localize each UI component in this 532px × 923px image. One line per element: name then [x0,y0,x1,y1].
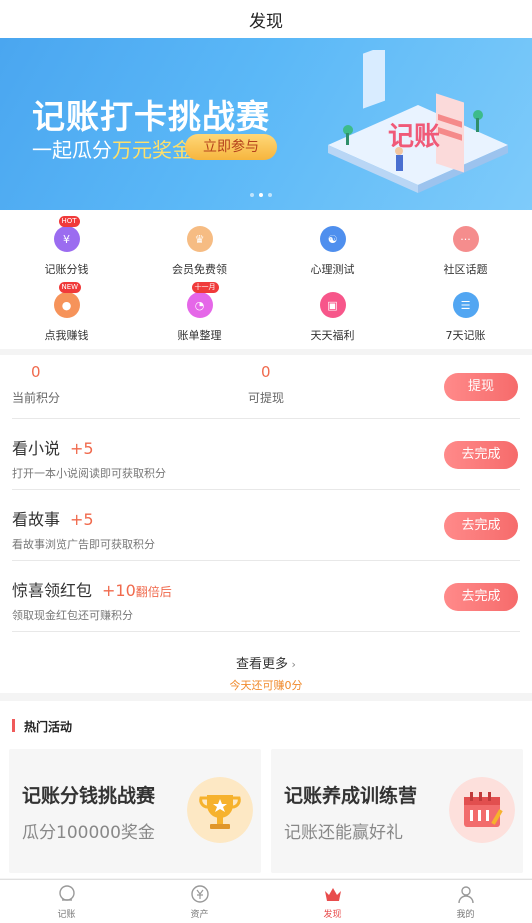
quick-menu: ¥ HOT 记账分钱 ♛ 会员免费领 ☯ 心理测试 ··· 社区话题 ● NEW 点我赚钱 ◔ 十一月账单… [0,210,532,349]
join-now-button[interactable]: 立即参与 [185,134,277,160]
tab-label: 资产 [190,910,209,920]
illustration-text: 记账 [388,122,440,152]
activity-card-subtitle: 记账还能赢好礼 [284,823,403,843]
quick-menu-item[interactable]: ☰ 7天记账 [399,292,532,343]
quick-menu-label: 点我赚钱 [44,329,89,342]
quick-menu-label: 心理测试 [310,263,355,276]
tab-profile[interactable]: 我的 [399,884,532,920]
task-bonus: +10翻倍后 [102,581,172,600]
bottom-tabbar: 记账 资产 发现 我的 [0,879,532,923]
yen-icon [190,884,210,904]
quick-menu-label: 天天福利 [310,329,355,342]
isometric-illustration-icon: 记账 [328,50,508,193]
page-title: 发现 [249,11,283,32]
quick-menu-badge: HOT [58,216,80,227]
calendar-icon [449,777,515,843]
divider [12,489,520,490]
ledger-icon [57,884,77,904]
gift-icon: ▣ [319,292,346,318]
trophy-icon [187,777,253,843]
quick-menu-item[interactable]: ☯ 心理测试 [266,226,399,277]
task-title: 看故事 +5 [12,510,94,529]
view-more-link[interactable]: 查看更多 › [0,653,532,672]
money-bag-icon: ● NEW [53,282,82,318]
quick-menu-item[interactable]: ··· 社区话题 [399,226,532,277]
carousel-dot [268,193,272,197]
withdraw-button[interactable]: 提现 [444,373,518,401]
divider [12,631,520,632]
quick-menu-label: 账单整理 [177,329,222,342]
quick-menu-label: 记账分钱 [44,263,89,276]
chat-icon: ··· [452,226,479,252]
task-bonus: +5 [70,439,94,458]
quick-menu-item[interactable]: ¥ HOT 记账分钱 [0,216,133,277]
tab-ledger[interactable]: 记账 [0,884,133,920]
coin-icon: ¥ HOT [53,216,80,252]
quick-menu-badge: 十一月 [191,282,219,293]
quick-menu-item[interactable]: ◔ 十一月账单整理 [133,282,266,343]
profile-icon [456,884,476,904]
task-description: 看故事浏览广告即可获取积分 [12,538,155,551]
section-title: 热门活动 [12,718,72,735]
withdrawable-value: 0 [261,363,271,381]
quick-menu-item[interactable]: ● NEW 点我赚钱 [0,282,133,343]
chevron-right-icon: › [288,658,296,671]
challenge-banner[interactable]: 记账打卡挑战赛 一起瓜分万元奖金 立即参与 记账 [0,38,532,210]
current-points-value: 0 [31,363,41,381]
carousel-dot-active [259,193,263,197]
quick-menu-label: 7天记账 [445,329,486,342]
activity-card-title: 记账分钱挑战赛 [22,785,156,807]
quick-menu-badge: NEW [58,282,82,293]
discover-crown-icon [323,884,343,904]
task-description: 打开一本小说阅读即可获取积分 [12,467,166,480]
banner-title: 记账打卡挑战赛 [32,97,270,136]
task-title: 惊喜领红包 +10翻倍后 [12,581,172,600]
page-header: 发现 [0,0,532,38]
task-complete-button[interactable]: 去完成 [444,441,518,469]
hot-activities: 热门活动 记账分钱挑战赛 瓜分100000奖金 记账养成训练营 记账还能赢好礼 [0,701,532,878]
current-points-label: 当前积分 [12,391,61,405]
task-complete-button[interactable]: 去完成 [444,583,518,611]
activity-card-title: 记账养成训练营 [284,785,418,807]
task-title: 看小说 +5 [12,439,94,458]
withdrawable-label: 可提现 [248,391,285,405]
task-description: 领取现金红包还可赚积分 [12,609,133,622]
tab-discover-crown[interactable]: 发现 [266,884,399,920]
tab-label: 我的 [456,910,475,920]
divider [12,560,520,561]
psych-icon: ☯ [319,226,346,252]
activity-card-subtitle: 瓜分100000奖金 [22,823,155,843]
task-complete-button[interactable]: 去完成 [444,512,518,540]
banner-subtitle-highlight: 万元奖金 [112,138,192,162]
task-bonus-suffix: 翻倍后 [135,585,172,599]
banner-subtitle: 一起瓜分万元奖金 [32,138,192,162]
quick-menu-label: 会员免费领 [172,263,227,276]
quick-menu-label: 社区话题 [443,263,488,276]
activity-card[interactable]: 记账养成训练营 记账还能赢好礼 [271,749,523,873]
task-bonus: +5 [70,510,94,529]
earn-remaining-text: 今天还可赚0分 [229,679,303,692]
tab-label: 记账 [57,910,76,920]
quick-menu-item[interactable]: ▣ 天天福利 [266,292,399,343]
notebook-icon: ☰ [452,292,479,318]
task-panel: 0 当前积分 0 可提现 提现 看小说 +5 打开一本小说阅读即可获取积分 去完成… [0,355,532,693]
crown-icon: ♛ [186,226,213,252]
carousel-dot [250,193,254,197]
tab-yen[interactable]: 资产 [133,884,266,920]
divider [12,418,520,419]
bill-chart-icon: ◔ 十一月 [186,282,219,318]
quick-menu-item[interactable]: ♛ 会员免费领 [133,226,266,277]
tab-label: 发现 [323,910,342,920]
activity-card[interactable]: 记账分钱挑战赛 瓜分100000奖金 [9,749,261,873]
carousel-dots[interactable] [250,193,272,197]
